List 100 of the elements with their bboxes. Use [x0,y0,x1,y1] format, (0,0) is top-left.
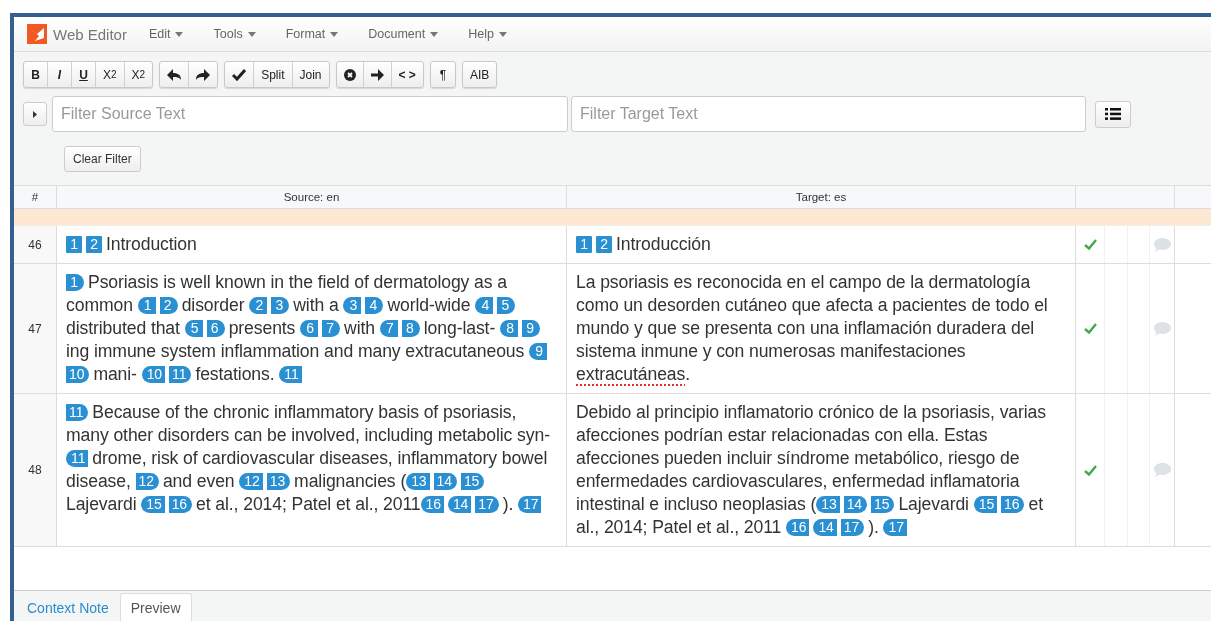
inline-tag[interactable]: 10 [66,366,90,383]
segment-word: dermatología [928,272,1031,292]
inline-tag[interactable]: 2 [86,236,102,253]
inline-tag[interactable]: 11 [279,366,302,383]
segment-word: other [113,425,154,445]
inline-tag[interactable]: 15 [460,473,485,490]
segment-word: pacientes [892,295,967,315]
inline-tag[interactable]: 13 [266,473,291,490]
row-number: 46 [28,237,42,252]
segment-word: drome, [92,448,147,468]
inline-tag[interactable]: 15 [141,496,165,513]
inline-tag[interactable]: 10 [141,366,166,383]
inline-tag[interactable]: 5 [497,297,516,314]
inline-tag[interactable]: 2 [159,297,178,314]
inline-tag[interactable]: 16 [168,496,193,513]
inline-tag[interactable]: 12 [135,473,159,490]
clear-filter-button[interactable]: Clear Filter [64,146,141,172]
inline-tag[interactable]: 6 [300,320,319,337]
segment-word: inflammation [220,341,320,361]
segment-word: mani- [93,364,137,384]
inline-tag[interactable]: 3 [271,297,290,314]
toolbar-button[interactable]: I [48,62,72,87]
inline-tag[interactable]: 4 [475,297,494,314]
inline-tag[interactable]: 11 [169,366,192,383]
inline-tag[interactable]: 8 [499,320,518,337]
panel-tab[interactable]: Preview [119,593,192,621]
inline-tag[interactable]: 13 [816,496,840,513]
inline-tag[interactable]: 17 [883,519,907,536]
expand-button[interactable] [23,102,47,126]
inline-tag[interactable]: 7 [322,320,341,337]
menu-item[interactable]: Document [368,27,439,41]
segment-word: reconocida [696,272,782,292]
inline-tag[interactable]: 1 [66,274,84,291]
inline-tag[interactable]: 13 [406,473,430,490]
segment-word: ). [868,517,879,537]
segment-word: una [810,318,840,338]
panel-tab[interactable]: Context Note [16,593,120,621]
segment-word: and [324,341,354,361]
inline-tag[interactable]: 11 [66,404,89,421]
list-button[interactable] [1095,100,1131,128]
inline-tag[interactable]: 1 [137,297,156,314]
caret-icon [498,31,507,37]
inline-tag[interactable]: 1 [66,236,82,253]
inline-tag[interactable]: 17 [475,496,499,513]
inline-tag[interactable]: 6 [206,320,225,337]
inline-tag[interactable]: 8 [401,320,420,337]
segment-word: el [810,272,825,292]
inline-tag[interactable]: 9 [529,343,547,360]
toolbar-button[interactable]: ¶ [430,62,455,87]
toolbar-button[interactable]: U [72,62,96,87]
menu-item[interactable]: Help [468,27,507,41]
segment-word: that [150,318,180,338]
inline-tag[interactable]: 5 [184,320,203,337]
inline-tag[interactable]: 16 [786,519,810,536]
inline-tag[interactable]: 2 [596,236,612,253]
inline-tag[interactable]: 16 [420,496,444,513]
segment-word: Because [92,402,161,422]
menu-item[interactable]: Tools [213,27,256,41]
toolbar-button[interactable]: AIB [462,62,497,87]
inline-tag[interactable]: 9 [521,320,540,337]
toolbar-button[interactable]: Split [254,62,293,87]
segment-word: con [874,425,903,445]
source-filter-field[interactable]: Filter Source Text [52,96,568,132]
inline-tag[interactable]: 14 [813,519,837,536]
segment-word: field [317,272,350,292]
segment-word: a [877,295,888,315]
segment-word: ( [400,471,407,491]
segment-word: 2011 [743,517,782,537]
segment-word: and [162,471,192,491]
segment-word: including [364,425,434,445]
menu-item[interactable]: Format [285,27,339,41]
segment-word: riesgo [947,448,996,468]
segment-word: basis [378,402,419,422]
segment-word: inflammatory [274,402,374,422]
inline-tag[interactable]: 12 [239,473,263,490]
inline-tag[interactable]: 15 [871,496,895,513]
inline-tag[interactable]: 2 [249,297,268,314]
inline-tag[interactable]: 14 [433,473,457,490]
inline-tag[interactable]: 17 [518,496,542,513]
inline-tag[interactable]: 15 [973,496,998,513]
inline-tag[interactable]: 3 [343,297,362,314]
inline-tag[interactable]: 17 [840,519,865,536]
segment-word: psoriasis [600,272,669,292]
caret-icon [175,31,184,37]
segment-word: la [910,272,924,292]
toolbar-button[interactable]: Join [292,62,329,87]
inline-tag[interactable]: 11 [66,450,89,467]
inline-tag[interactable]: 14 [843,496,868,513]
toolbar-button[interactable]: B [24,62,48,87]
segment-word: que [791,295,821,315]
inline-tag[interactable]: 4 [365,297,384,314]
segment-word: y [702,341,712,361]
segment-word: de [886,272,906,292]
inline-tag[interactable]: 14 [447,496,472,513]
segment-word: et [196,494,211,514]
inline-tag[interactable]: 16 [1001,496,1025,513]
inline-tag[interactable]: 1 [576,236,592,253]
menu-item[interactable]: Edit [148,27,184,41]
inline-tag[interactable]: 7 [379,320,398,337]
target-filter-field[interactable]: Filter Target Text [571,96,1086,132]
